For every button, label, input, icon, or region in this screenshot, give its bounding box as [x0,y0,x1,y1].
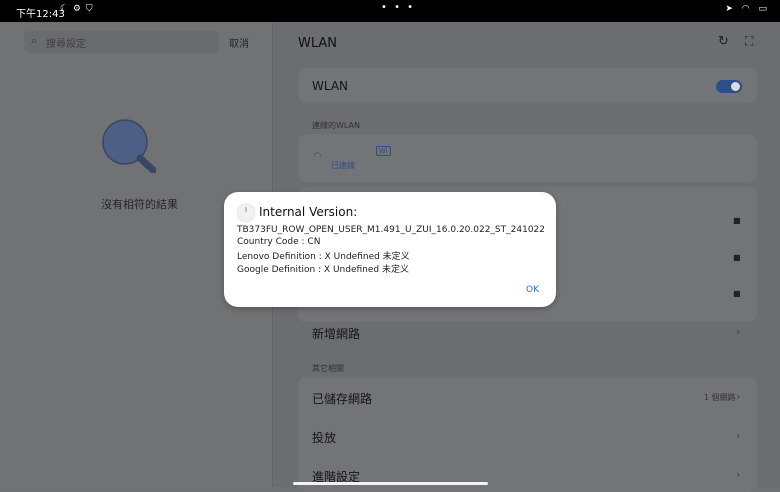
version-line: TB373FU_ROW_OPEN_USER_M1.491_U_ZUI_16.0.… [237,225,546,235]
ok-button[interactable]: OK [526,285,539,295]
internal-version-dialog: Internal Version: TB373FU_ROW_OPEN_USER_… [224,192,556,307]
connected-network-card[interactable] [298,134,757,182]
status-bar: 下午12:43 ☾ ⚙ ⛉ • • • ➤ ◠ ▭ [0,0,780,22]
chevron-right-icon: › [736,390,741,403]
wlan-toggle-label: WLAN [312,79,349,93]
status-right-icons: ➤ ◠ ▭ [725,4,770,14]
wifi-icon: ◠ [313,151,322,162]
lock-icon: ■ [733,253,741,262]
chevron-right-icon: › [736,468,741,481]
no-results-illustration-icon [102,119,156,173]
chevron-right-icon: › [736,429,741,442]
cancel-button[interactable]: 取消 [229,35,249,50]
connected-section-label: 連線的WLAN [312,121,361,130]
country-code-line: Country Code : CN [237,237,321,247]
search-icon: ⌕ [31,34,38,47]
other-section-label: 其它相關 [312,364,344,373]
chevron-right-icon: › [736,325,741,338]
scan-icon[interactable]: ⛶ [745,34,753,49]
lock-icon: ■ [733,216,741,225]
info-icon [237,204,255,222]
dialog-title: Internal Version: [259,205,358,219]
home-indicator[interactable] [293,482,488,485]
cast-item[interactable]: 投放 [312,429,336,446]
search-placeholder: 搜尋設定 [46,39,86,50]
lock-icon: ■ [733,289,741,298]
add-network-item[interactable]: 新增網路 [312,325,360,342]
toggle-knob [731,82,740,91]
status-time: 下午12:43 [16,9,65,20]
wlan-toggle-card[interactable] [298,68,757,103]
google-definition-line: Google Definition : X Undefined 未定义 [237,265,409,275]
saved-networks-item[interactable]: 已儲存網路 [312,390,372,407]
wifi-badge: Wi [376,146,391,156]
wlan-toggle[interactable] [716,80,742,93]
lenovo-definition-line: Lenovo Definition : X Undefined 未定义 [237,252,410,262]
search-input[interactable]: ⌕ 搜尋設定 [24,31,219,53]
more-dots[interactable]: • • • [381,2,415,13]
no-results-text: 沒有相符的結果 [101,198,178,211]
connected-status: 已連線 [331,161,355,170]
page-title: WLAN [298,36,338,51]
status-icons: ☾ ⚙ ⛉ [60,4,94,14]
saved-networks-count: 1 個網路 [704,393,736,402]
refresh-icon[interactable]: ↻ [718,34,729,49]
